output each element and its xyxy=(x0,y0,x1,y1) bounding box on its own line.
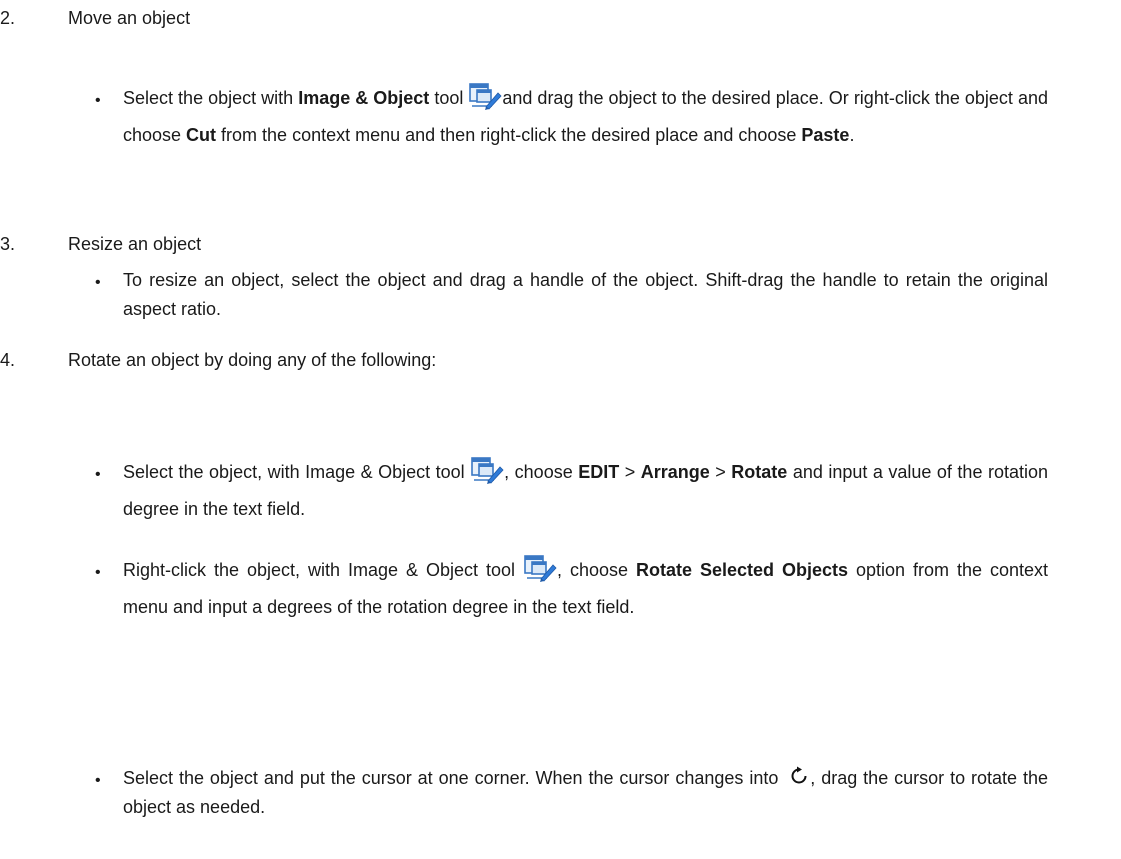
paragraph-move: Select the object with Image & Object to… xyxy=(123,80,1048,154)
item-number: 3. xyxy=(0,234,16,254)
bold-text: Rotate Selected Objects xyxy=(635,560,848,580)
image-object-tool-icon xyxy=(469,83,502,110)
item-number: 4. xyxy=(0,350,16,370)
section-heading-move: Move an object xyxy=(68,8,191,28)
paragraph-rotate-edit-menu: Select the object, with Image & Object t… xyxy=(123,454,1048,528)
paragraph-rotate-context-menu: Right-click the object, with Image & Obj… xyxy=(123,552,1048,626)
bold-text: Rotate xyxy=(731,462,788,482)
image-object-tool-icon xyxy=(471,457,504,484)
image-object-tool-icon xyxy=(524,555,557,582)
rotate-cursor-icon xyxy=(791,766,807,784)
bold-text: EDIT xyxy=(578,462,620,482)
bold-text: Paste xyxy=(801,125,850,145)
bullet-dot: • xyxy=(95,564,101,581)
paragraph-rotate-cursor: Select the object and put the cursor at … xyxy=(123,764,1048,822)
bold-text: Image & Object xyxy=(298,88,430,108)
bullet-dot: • xyxy=(95,772,101,789)
bullet-dot: • xyxy=(95,466,101,483)
bold-text: Arrange xyxy=(640,462,710,482)
section-heading-resize: Resize an object xyxy=(68,234,202,254)
paragraph-resize: To resize an object, select the object a… xyxy=(123,270,1048,319)
bullet-dot: • xyxy=(95,274,101,291)
section-heading-rotate: Rotate an object by doing any of the fol… xyxy=(68,350,437,370)
bullet-dot: • xyxy=(95,92,101,109)
bold-text: Cut xyxy=(186,125,217,145)
item-number: 2. xyxy=(0,8,16,28)
